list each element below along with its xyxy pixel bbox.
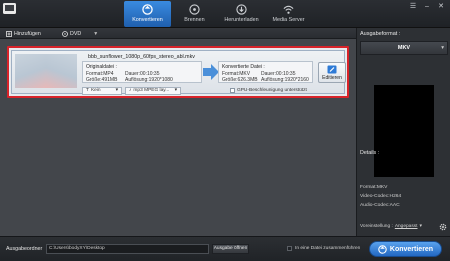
- title-bar: Konvertieren Brennen Herunterladen Media…: [0, 0, 450, 28]
- chevron-down-icon: ▾: [419, 224, 422, 229]
- convert-label: Konvertieren: [389, 245, 434, 253]
- merge-checkbox[interactable]: [287, 246, 292, 251]
- details-title: Details :: [360, 150, 380, 156]
- gpu-checkbox[interactable]: [230, 88, 235, 93]
- subtitle-icon: T: [86, 88, 89, 93]
- original-file-info: Originaldatei : Format:MP4 Dauer:00:10:3…: [82, 61, 202, 83]
- convert-icon: [142, 4, 153, 15]
- edit-button[interactable]: Editieren: [318, 62, 346, 83]
- preset-link[interactable]: Angepasst: [395, 224, 418, 229]
- convert-button[interactable]: Konvertieren: [369, 241, 442, 257]
- gpu-acceleration[interactable]: GPU-Beschleunigung unterstützt: [230, 88, 307, 93]
- edit-label: Editieren: [322, 75, 342, 81]
- tab-label: Konvertieren: [132, 17, 163, 23]
- detail-video-codec: Video-Codec:H264: [360, 194, 402, 199]
- menu-icon[interactable]: ☰: [408, 3, 418, 11]
- chevron-down-icon: ▾: [441, 45, 444, 51]
- original-size: Größe:491MB: [86, 77, 118, 83]
- video-preview: [374, 85, 434, 177]
- tab-download[interactable]: Herunterladen: [218, 1, 265, 27]
- disc-label: DVD: [70, 30, 82, 37]
- video-thumbnail: [15, 54, 77, 88]
- app-logo-icon: [3, 3, 16, 14]
- format-value: MKV: [397, 45, 411, 51]
- chevron-down-icon: ▾: [115, 88, 118, 93]
- converted-size: Größe:626.3MB: [222, 77, 258, 83]
- audio-icon: ♪: [129, 88, 132, 93]
- detail-audio-codec: Audio-Codec:AAC: [360, 203, 400, 208]
- minimize-icon[interactable]: –: [422, 3, 432, 11]
- close-icon[interactable]: ✕: [436, 3, 446, 11]
- tab-burn[interactable]: Brennen: [171, 1, 218, 27]
- download-icon: [236, 4, 247, 15]
- tab-label: Media Server: [272, 17, 305, 23]
- add-files-button[interactable]: Hinzufügen: [6, 29, 41, 38]
- subtitle-value: Kein: [90, 88, 101, 93]
- open-output-button[interactable]: Ausgabe öffnen: [212, 244, 249, 254]
- converted-resolution: Auflösung:1920*2160: [261, 77, 309, 83]
- audio-dropdown[interactable]: ♪ mp3 MPEG lay... ▾: [125, 87, 181, 95]
- output-folder-field[interactable]: C:\Users\bodyXY\Desktop: [46, 244, 209, 254]
- output-format-title: Ausgabeformat :: [360, 31, 401, 37]
- chevron-down-icon: ▼: [93, 30, 99, 37]
- tab-label: Brennen: [184, 17, 205, 23]
- disc-icon: [62, 30, 68, 37]
- preset-row: Voreinstellung : Angepasst ▾: [360, 224, 422, 229]
- output-settings-panel: Ausgabeformat : MKV ▾ Details : Format:M…: [356, 28, 450, 236]
- convert-icon: [378, 244, 387, 254]
- burn-icon: [189, 4, 200, 15]
- file-item[interactable]: bbb_sunflower_1080p_60fps_stereo_abl.mkv…: [7, 46, 349, 98]
- gpu-label: GPU-Beschleunigung unterstützt: [237, 88, 307, 93]
- wifi-icon: [283, 5, 294, 14]
- merge-files-option[interactable]: In eine Datei zusammenführen: [287, 246, 360, 251]
- original-resolution: Auflösung:1920*1080: [125, 77, 173, 83]
- output-format-dropdown[interactable]: MKV ▾: [360, 41, 448, 55]
- chevron-down-icon: ▾: [174, 88, 177, 93]
- subtitle-dropdown[interactable]: T Kein ▾: [82, 87, 122, 95]
- gear-icon[interactable]: [439, 223, 447, 231]
- preset-label: Voreinstellung :: [360, 224, 393, 229]
- converted-file-info: Konvertierte Datei : Format:MKV Dauer:00…: [218, 61, 313, 83]
- toolbar: Hinzufügen DVD ▼: [0, 28, 356, 39]
- tab-convert[interactable]: Konvertieren: [124, 1, 171, 27]
- file-name: bbb_sunflower_1080p_60fps_stereo_abl.mkv: [88, 54, 195, 60]
- audio-value: mp3 MPEG lay...: [133, 88, 170, 93]
- add-file-icon: [6, 30, 12, 37]
- original-title: Originaldatei :: [86, 64, 117, 70]
- detail-format: Format:MKV: [360, 185, 388, 190]
- add-files-label: Hinzufügen: [14, 30, 41, 37]
- bottom-bar: Ausgabeordner C:\Users\bodyXY\Desktop Au…: [0, 236, 450, 261]
- edit-icon: [327, 65, 337, 74]
- merge-label: In eine Datei zusammenführen: [295, 246, 361, 251]
- converted-title: Konvertierte Datei :: [222, 64, 265, 70]
- load-disc-button[interactable]: DVD ▼: [62, 29, 98, 38]
- output-folder-label: Ausgabeordner: [6, 246, 43, 252]
- tab-media-server[interactable]: Media Server: [265, 1, 312, 27]
- tab-label: Herunterladen: [224, 17, 259, 23]
